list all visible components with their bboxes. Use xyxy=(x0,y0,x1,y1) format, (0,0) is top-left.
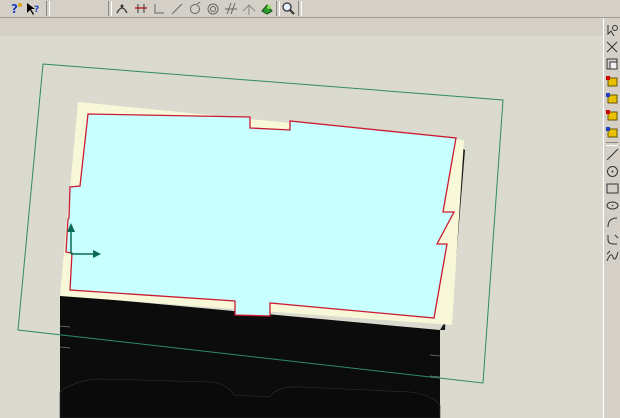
circle-tool-icon[interactable] xyxy=(605,164,620,179)
graphics-viewport[interactable] xyxy=(0,36,603,418)
ellipse-tool-icon[interactable] xyxy=(605,198,620,213)
sketch-select-icon[interactable] xyxy=(605,23,620,38)
toolbar-separator xyxy=(606,142,618,146)
rectangle-tool-icon[interactable] xyxy=(605,181,620,196)
line-tool-icon[interactable] xyxy=(605,147,620,162)
sketch-view-icon[interactable] xyxy=(605,40,620,55)
fillet-tool-icon[interactable] xyxy=(605,232,620,247)
right-sketch-toolbar xyxy=(603,18,620,418)
sketch-grid-icon[interactable] xyxy=(605,57,620,72)
sketch-yellow-b-icon[interactable] xyxy=(605,91,620,106)
arc-tool-icon[interactable] xyxy=(605,215,620,230)
sketch-yellow-a-icon[interactable] xyxy=(605,74,620,89)
sketch-yellow-c-icon[interactable] xyxy=(605,108,620,123)
spline-tool-icon[interactable] xyxy=(605,249,620,264)
sketch-yellow-d-icon[interactable] xyxy=(605,125,620,140)
sketch-face[interactable] xyxy=(65,113,457,319)
model-canvas[interactable] xyxy=(0,0,603,418)
